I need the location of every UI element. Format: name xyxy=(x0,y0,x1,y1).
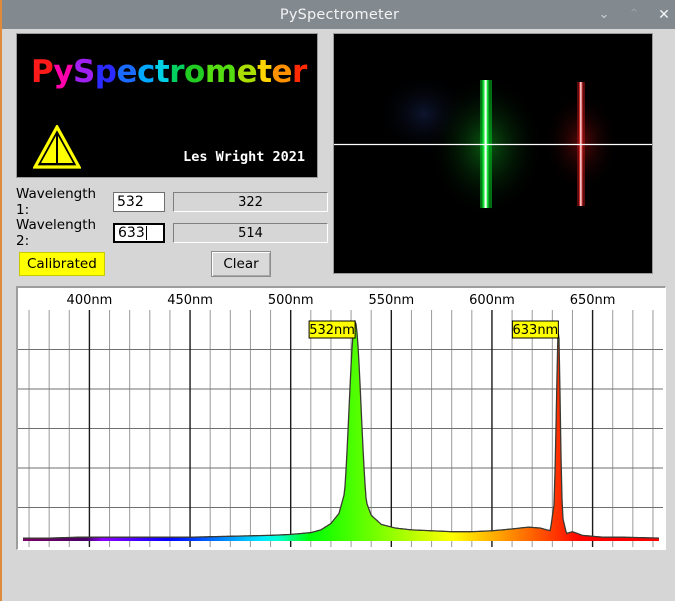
wavelength1-value: 532 xyxy=(117,194,144,210)
logo-letter-9: m xyxy=(204,54,237,90)
wavelength1-input[interactable]: 532 xyxy=(113,192,165,212)
close-icon[interactable]: ✕ xyxy=(657,8,671,22)
bottom-controls: 50 Label Peak Width: 20 Label Threshold:… xyxy=(2,548,675,601)
logo-credit: Les Wright 2021 xyxy=(183,149,305,165)
wavelength1-row: Wavelength 1: 532 322 xyxy=(16,186,328,218)
wavelength-tick-label: 650nm xyxy=(570,293,616,308)
title-bar: PySpectrometer ⌄ ⌃ ✕ xyxy=(2,0,675,29)
wavelength-tick-label: 500nm xyxy=(268,293,314,308)
logo-letter-12: e xyxy=(271,54,293,90)
logo-letter-6: t xyxy=(154,54,170,90)
wavelength1-pixel-readout: 322 xyxy=(173,192,328,212)
camera-image xyxy=(334,34,652,273)
logo-letter-13: r xyxy=(292,54,307,90)
logo-letter-0: P xyxy=(31,54,54,90)
logo-letter-5: c xyxy=(137,54,155,90)
peak-label-532nm: 532nm xyxy=(308,320,356,339)
wavelength2-label: Wavelength 2: xyxy=(16,217,97,249)
window-title: PySpectrometer xyxy=(279,6,400,23)
logo-letter-4: e xyxy=(116,54,138,90)
logo-letter-8: o xyxy=(184,54,205,90)
text-caret xyxy=(145,226,147,240)
svg-text:633nm: 633nm xyxy=(513,323,559,338)
wavelength2-input[interactable]: 633 xyxy=(113,223,165,243)
svg-text:532nm: 532nm xyxy=(309,323,355,338)
wavelength2-value: 633 xyxy=(118,225,145,241)
logo-letter-2: S xyxy=(72,54,95,90)
warning-triangle-icon xyxy=(33,125,81,169)
spectrum-graph[interactable]: 400nm 450nm 500nm 550nm 600nm 650nm 532nm 633n… xyxy=(16,286,666,550)
logo-letter-1: y xyxy=(53,54,73,90)
wavelength-tick-label: 550nm xyxy=(368,293,414,308)
chevron-up-icon[interactable]: ⌃ xyxy=(627,8,641,21)
wavelength-tick-label: 600nm xyxy=(469,293,515,308)
logo-letter-10: e xyxy=(236,54,258,90)
camera-preview[interactable] xyxy=(333,33,653,274)
wavelength2-row: Wavelength 2: 633 514 xyxy=(16,217,328,249)
wavelength-tick-label: 450nm xyxy=(167,293,213,308)
window-controls: ⌄ ⌃ ✕ xyxy=(597,0,671,29)
logo-panel: PySpectrometer Les Wright 2021 xyxy=(16,33,318,178)
peak-label-633nm: 633nm xyxy=(511,320,559,339)
wavelength2-pixel-readout: 514 xyxy=(173,223,328,243)
logo-title: PySpectrometer xyxy=(31,54,307,90)
logo-letter-11: t xyxy=(257,54,272,90)
application-window: PySpectrometer ⌄ ⌃ ✕ PySpectrometer Les … xyxy=(0,0,675,601)
spectrum-plot: 400nm 450nm 500nm 550nm 600nm 650nm 532nm 633n… xyxy=(18,288,663,547)
logo-letter-3: p xyxy=(94,54,117,90)
wavelength1-label: Wavelength 1: xyxy=(16,186,97,218)
clear-button[interactable]: Clear xyxy=(211,251,271,277)
chevron-down-icon[interactable]: ⌄ xyxy=(597,8,611,21)
logo-letter-7: r xyxy=(169,54,185,90)
wavelength-tick-label: 400nm xyxy=(67,293,113,308)
status-badge: Calibrated xyxy=(19,252,105,276)
